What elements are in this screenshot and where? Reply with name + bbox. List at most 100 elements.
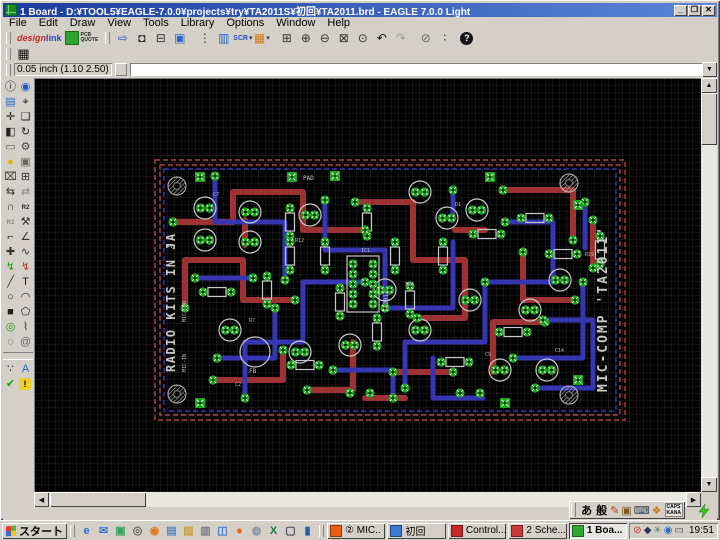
ime-input-mode[interactable]: あ: [579, 502, 594, 518]
task-button[interactable]: ② MIC..: [327, 522, 386, 539]
ime-language-bar[interactable]: あ 般 ✎ ▣ ⌨ ❖ CAPS KANA: [569, 501, 685, 519]
tool-cut-button[interactable]: ●: [3, 155, 18, 170]
undo-button[interactable]: ↶: [372, 31, 391, 45]
tool-hole-button[interactable]: ◌: [3, 335, 18, 350]
zoom-select-button[interactable]: ⊠: [334, 31, 353, 45]
open-button[interactable]: ⇨: [113, 31, 132, 45]
tool-info-button[interactable]: ⓘ: [3, 80, 18, 95]
tool-display-button[interactable]: ▤: [3, 95, 18, 110]
redo-button[interactable]: ↷: [391, 31, 410, 45]
media-player-icon[interactable]: ◉: [146, 523, 163, 539]
menu-help[interactable]: Help: [321, 17, 356, 30]
volume-muted-icon[interactable]: ⊘: [633, 525, 641, 536]
tool-delete-button[interactable]: ⌧: [3, 170, 18, 185]
opera-icon[interactable]: ◍: [248, 523, 265, 539]
ime-caps-kana-button[interactable]: CAPS KANA: [664, 503, 683, 517]
ime-gripper[interactable]: [571, 503, 577, 517]
stop-button[interactable]: ⊘: [416, 31, 435, 45]
tool-name-button[interactable]: R2: [18, 200, 33, 215]
tool-attribute-button[interactable]: @: [18, 335, 33, 350]
vertical-scrollbar[interactable]: ▲ ▼: [701, 78, 717, 492]
ime-pen-icon[interactable]: ✎: [609, 504, 620, 517]
save-button[interactable]: ◘: [132, 31, 151, 45]
menu-file[interactable]: File: [3, 17, 33, 30]
firefox-icon[interactable]: ●: [231, 523, 248, 539]
toolbar-gripper[interactable]: [6, 47, 11, 60]
tool-polygon-button[interactable]: ⬠: [18, 305, 33, 320]
scroll-up-button[interactable]: ▲: [701, 78, 717, 93]
tool-rotate-button[interactable]: ↻: [18, 125, 33, 140]
scroll-left-button[interactable]: ◀: [34, 492, 49, 507]
zoom-fit-button[interactable]: ⊞: [277, 31, 296, 45]
board-canvas[interactable]: RADIO KITS IN JA MIC-COMP 'TA2011' PAD +…: [34, 78, 701, 492]
tool-optimize-button[interactable]: ✚: [3, 245, 18, 260]
ime-tools-icon[interactable]: ▣: [620, 504, 632, 517]
tool-ratsnest-button[interactable]: ∵: [3, 362, 18, 377]
minimize-button[interactable]: _: [674, 4, 687, 16]
task-button[interactable]: 2 Sche...: [508, 522, 567, 539]
tool-replace-button[interactable]: ⇄: [18, 185, 33, 200]
tool-ripup-button[interactable]: ↯: [18, 260, 33, 275]
tool-split-button[interactable]: ∠: [18, 230, 33, 245]
messenger-balloon-icon[interactable]: ◉: [664, 525, 673, 536]
layer-settings-button[interactable]: ▥: [214, 31, 233, 45]
taskbar-gripper[interactable]: [319, 524, 324, 537]
command-input[interactable]: [130, 63, 702, 76]
menu-window[interactable]: Window: [270, 17, 321, 30]
titlebar[interactable]: 1 Board - D:¥TOOL5¥EAGLE-7.0.0¥projects¥…: [3, 3, 717, 18]
tool-circle-button[interactable]: ○: [3, 290, 18, 305]
tool-mark-button[interactable]: ⌖: [18, 95, 33, 110]
taskbar-gripper[interactable]: [70, 524, 75, 537]
tool-copy-button[interactable]: ❏: [18, 110, 33, 125]
scroll-down-button[interactable]: ▼: [701, 477, 717, 492]
run-script-button[interactable]: ⋮: [195, 31, 214, 45]
tool-group-button[interactable]: ▭: [3, 140, 18, 155]
command-dropdown-button[interactable]: ▼: [702, 62, 717, 77]
display-settings-icon[interactable]: ▭: [675, 525, 684, 536]
grid-button[interactable]: ▦ ▾: [252, 31, 271, 45]
tool-miter-button[interactable]: ⌐: [3, 230, 18, 245]
tool-rect-button[interactable]: ■: [3, 305, 18, 320]
tool-pinswap-button[interactable]: ⇆: [3, 185, 18, 200]
tool-mirror-button[interactable]: ◧: [3, 125, 18, 140]
menu-view[interactable]: View: [101, 17, 137, 30]
tool-drc-button[interactable]: ✔: [3, 377, 18, 392]
terminal-icon[interactable]: ▢: [282, 523, 299, 539]
zoom-redraw-button[interactable]: ⊙: [353, 31, 372, 45]
my-computer-icon[interactable]: ▥: [197, 523, 214, 539]
notepad-icon[interactable]: ▤: [163, 523, 180, 539]
help-button[interactable]: ?: [460, 31, 474, 45]
restore-button[interactable]: ❐: [688, 4, 701, 16]
toolbar-gripper[interactable]: [105, 32, 111, 44]
toolbar-gripper[interactable]: [6, 63, 11, 76]
network-icon[interactable]: ◫: [214, 523, 231, 539]
go-button[interactable]: ∶: [435, 31, 454, 45]
menu-edit[interactable]: Edit: [33, 17, 64, 30]
close-button[interactable]: ✕: [702, 4, 715, 16]
power-status-icon[interactable]: [695, 503, 713, 519]
ime-conversion-mode[interactable]: 般: [594, 502, 609, 518]
address-book-icon[interactable]: ▮: [299, 523, 316, 539]
menu-options[interactable]: Options: [220, 17, 270, 30]
tool-value-button[interactable]: R2: [3, 215, 18, 230]
pcb-quote-button[interactable]: PCB QUOTE: [64, 31, 98, 45]
tool-lock-button[interactable]: ∩: [3, 200, 18, 215]
scr-button[interactable]: SCR ▾: [233, 31, 252, 45]
menu-tools[interactable]: Tools: [137, 17, 175, 30]
menu-draw[interactable]: Draw: [64, 17, 102, 30]
security-shield-icon[interactable]: ◆: [644, 525, 652, 536]
start-button[interactable]: スタート: [2, 522, 67, 539]
task-button[interactable]: 1 Boa...: [568, 522, 628, 539]
task-button[interactable]: Control...: [447, 522, 507, 539]
scanner-icon[interactable]: ✳: [653, 525, 661, 536]
designlink-logo[interactable]: designlink: [17, 33, 62, 43]
display-layers-button[interactable]: ▦: [14, 47, 33, 61]
tool-move-button[interactable]: ✛: [3, 110, 18, 125]
tool-text-button[interactable]: T: [18, 275, 33, 290]
excel-icon[interactable]: X: [265, 523, 282, 539]
cam-processor-button[interactable]: ▣: [170, 31, 189, 45]
tool-paste-button[interactable]: ▣: [18, 155, 33, 170]
tool-errors-button[interactable]: !: [19, 378, 31, 390]
tool-meander-button[interactable]: ∿: [18, 245, 33, 260]
search-icon[interactable]: ◎: [129, 523, 146, 539]
